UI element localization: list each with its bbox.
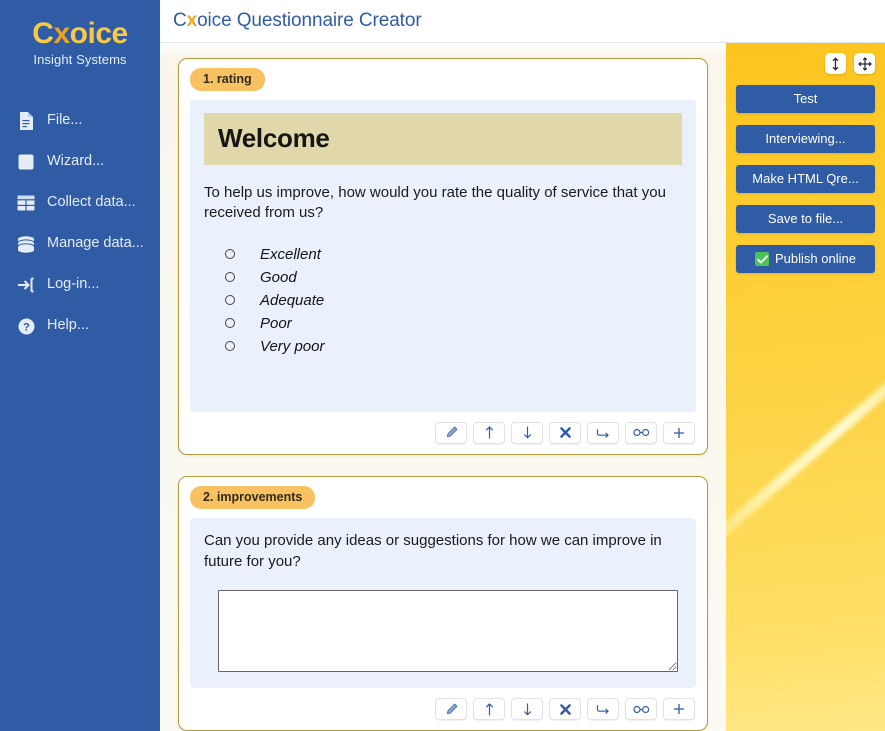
checkmark-icon	[755, 252, 770, 266]
question-circle-icon: ?	[16, 316, 36, 336]
sidebar-item-help[interactable]: ? Help...	[0, 306, 160, 347]
brand-logo-text: Cxoice	[32, 17, 129, 50]
arrow-down-icon[interactable]	[511, 698, 543, 721]
pencil-edit-icon[interactable]	[435, 698, 467, 721]
question-body: Can you provide any ideas or suggestions…	[190, 517, 696, 689]
document-icon	[16, 111, 36, 131]
arrow-down-icon[interactable]	[511, 421, 543, 444]
actions-panel: Test Interviewing... Make HTML Qre... Sa…	[726, 43, 885, 731]
question-badge[interactable]: 2. improvements	[190, 485, 316, 509]
welcome-banner-text: Welcome	[218, 123, 330, 153]
app-root: Cxoice Insight Systems File... Wizard...	[0, 0, 885, 731]
radio-button[interactable]	[225, 295, 235, 306]
sidebar-item-manage-data[interactable]: Manage data...	[0, 224, 160, 265]
sidebar-item-label: Collect data...	[47, 194, 136, 211]
logo-suffix: oice	[69, 17, 129, 50]
workspace: 1. rating Welcome To help us improve, ho…	[160, 43, 885, 731]
sidebar-item-label: Wizard...	[47, 153, 105, 170]
make-html-qre-button[interactable]: Make HTML Qre...	[736, 165, 875, 193]
welcome-banner: Welcome	[204, 113, 682, 165]
sidebar-item-file[interactable]: File...	[0, 101, 160, 142]
option-label: Adequate	[260, 291, 325, 309]
plus-icon[interactable]	[663, 698, 695, 721]
option-row[interactable]: Poor	[204, 312, 682, 335]
option-label: Good	[260, 268, 297, 286]
sidebar-item-log-in[interactable]: Log-in...	[0, 265, 160, 306]
sidebar-nav: File... Wizard... Collect data... Manage…	[0, 101, 160, 347]
svg-text:?: ?	[23, 321, 30, 333]
publish-online-label: Publish online	[775, 251, 856, 266]
open-answer-textarea[interactable]	[218, 590, 678, 673]
app-header: Cxoice Questionnaire Creator	[160, 0, 885, 43]
option-label: Excellent	[260, 245, 321, 263]
sidebar-item-label: File...	[47, 112, 83, 129]
logo-x-mark: x	[53, 17, 70, 50]
chain-link-icon[interactable]	[625, 421, 657, 444]
main-column: Cxoice Questionnaire Creator 1. rating W…	[160, 0, 885, 731]
page-title-prefix: C	[173, 10, 187, 31]
arrow-up-icon[interactable]	[473, 421, 505, 444]
arrow-hook-right-icon[interactable]	[587, 698, 619, 721]
database-icon	[16, 234, 36, 254]
option-list: Excellent Good Adequate Poor Very poor	[204, 243, 682, 358]
test-button[interactable]: Test	[736, 85, 875, 113]
question-card: 1. rating Welcome To help us improve, ho…	[178, 58, 708, 455]
sidebar: Cxoice Insight Systems File... Wizard...	[0, 0, 160, 731]
questionnaire-canvas: 1. rating Welcome To help us improve, ho…	[160, 43, 726, 731]
chain-link-icon[interactable]	[625, 698, 657, 721]
radio-button[interactable]	[225, 318, 235, 329]
table-grid-icon	[16, 193, 36, 213]
publish-online-button[interactable]: Publish online	[736, 245, 875, 273]
page-title: Cxoice Questionnaire Creator	[173, 10, 422, 32]
sidebar-item-label: Log-in...	[47, 276, 100, 293]
option-label: Poor	[260, 314, 292, 332]
brand-logo[interactable]: Cxoice Insight Systems	[0, 0, 160, 67]
plus-icon[interactable]	[663, 421, 695, 444]
question-text: Can you provide any ideas or suggestions…	[204, 531, 662, 570]
brand-tagline: Insight Systems	[33, 51, 127, 67]
delete-x-icon[interactable]	[549, 421, 581, 444]
option-row[interactable]: Good	[204, 266, 682, 289]
sidebar-item-label: Help...	[47, 317, 89, 334]
question-body-spacer	[204, 358, 682, 396]
question-toolbar	[190, 421, 696, 444]
page-title-suffix: oice Questionnaire Creator	[197, 10, 422, 31]
arrow-up-icon[interactable]	[473, 698, 505, 721]
resize-vertical-icon[interactable]	[825, 53, 846, 74]
page-title-x-mark: x	[186, 10, 198, 31]
radio-button[interactable]	[225, 272, 235, 283]
sidebar-item-collect-data[interactable]: Collect data...	[0, 183, 160, 224]
move-arrows-icon[interactable]	[854, 53, 875, 74]
save-to-file-button[interactable]: Save to file...	[736, 205, 875, 233]
question-toolbar	[190, 698, 696, 721]
interviewing-button[interactable]: Interviewing...	[736, 125, 875, 153]
decorative-streak	[726, 356, 885, 581]
arrow-hook-right-icon[interactable]	[587, 421, 619, 444]
panel-icon-row	[736, 53, 875, 74]
answer-input-wrap	[204, 590, 682, 673]
option-label: Very poor	[260, 337, 325, 355]
option-row[interactable]: Adequate	[204, 289, 682, 312]
question-text: To help us improve, how would you rate t…	[204, 183, 666, 222]
delete-x-icon[interactable]	[549, 698, 581, 721]
sidebar-item-label: Manage data...	[47, 235, 144, 252]
window-icon	[16, 152, 36, 172]
question-card: 2. improvements Can you provide any idea…	[178, 475, 708, 731]
question-badge[interactable]: 1. rating	[190, 68, 265, 91]
option-row[interactable]: Excellent	[204, 243, 682, 266]
login-arrow-icon	[16, 275, 36, 295]
pencil-edit-icon[interactable]	[435, 421, 467, 444]
option-row[interactable]: Very poor	[204, 335, 682, 358]
sidebar-item-wizard[interactable]: Wizard...	[0, 142, 160, 183]
logo-prefix: C	[32, 17, 54, 50]
radio-button[interactable]	[225, 249, 235, 260]
radio-button[interactable]	[225, 341, 235, 352]
question-body: Welcome To help us improve, how would yo…	[190, 100, 696, 412]
